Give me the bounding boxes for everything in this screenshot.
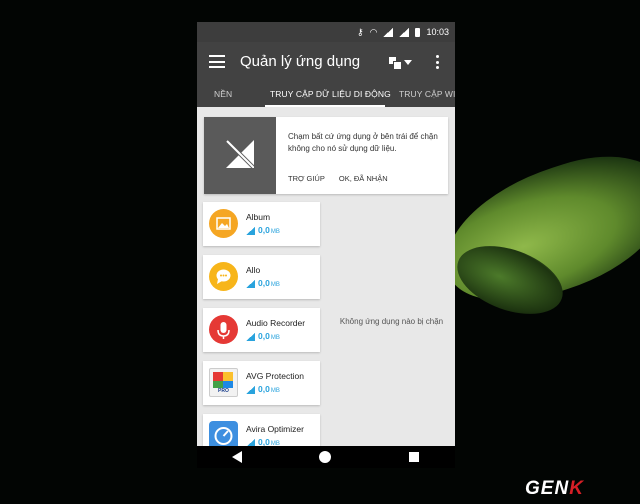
data-usage-value: 0,0 — [258, 384, 270, 394]
battery-icon — [415, 27, 421, 37]
nav-bar — [197, 446, 455, 468]
data-usage-unit: MB — [270, 229, 280, 235]
data-usage-icon — [246, 280, 255, 288]
info-card-image — [204, 117, 276, 194]
info-card-text: Chạm bất cứ ứng dụng ở bên trái để chặn … — [288, 132, 438, 153]
app-name: Allo — [246, 265, 261, 275]
data-usage-icon — [246, 386, 255, 394]
signal-icon — [399, 27, 410, 37]
microphone-icon — [209, 315, 238, 344]
app-bar: Quản lý ứng dụng — [197, 42, 455, 81]
allo-icon — [209, 262, 238, 291]
home-icon[interactable] — [319, 451, 331, 463]
data-usage-unit: MB — [270, 335, 280, 341]
signal-icon — [383, 27, 394, 37]
app-item-album[interactable]: Album 0,0 MB — [203, 202, 320, 246]
status-time: 10:03 — [426, 27, 449, 37]
genk-watermark: GENK — [525, 478, 584, 500]
data-usage-unit: MB — [270, 282, 280, 288]
app-name: Avira Optimizer — [246, 424, 304, 434]
key-icon: ⚷ — [357, 27, 364, 37]
ok-button[interactable]: OK, ĐÃ NHẬN — [339, 174, 388, 183]
data-usage-value: 0,0 — [258, 225, 270, 235]
album-icon — [209, 209, 238, 238]
avg-icon: PRO — [209, 368, 238, 397]
tab-mobile-data[interactable]: TRUY CẬP DỮ LIỆU DI ĐỘNG — [270, 89, 391, 99]
tab-wifi[interactable]: TRUY CẬP WI-FI — [399, 89, 455, 99]
app-list: Album 0,0 MB Allo 0,0 MB Audio Recorder … — [197, 202, 327, 458]
status-bar: ⚷ ◠ 10:03 — [197, 22, 455, 42]
blocked-list-empty-text: Không ứng dụng nào bị chặn — [339, 317, 444, 326]
back-icon[interactable] — [232, 451, 242, 463]
tab-background[interactable]: NỀN — [214, 89, 232, 99]
help-button[interactable]: TRỢ GIÚP — [288, 174, 325, 183]
data-usage-value: 0,0 — [258, 278, 270, 288]
watermark-highlight: K — [569, 478, 584, 499]
page-title: Quản lý ứng dụng — [240, 53, 361, 70]
app-name: Album — [246, 212, 271, 222]
recents-icon[interactable] — [409, 452, 419, 462]
main-content: Chạm bất cứ ứng dụng ở bên trái để chặn … — [197, 107, 455, 458]
app-item-audio-recorder[interactable]: Audio Recorder 0,0 MB — [203, 308, 320, 352]
data-usage-value: 0,0 — [258, 331, 270, 341]
app-name: Audio Recorder — [246, 318, 306, 328]
pro-badge: PRO — [218, 388, 229, 394]
data-usage-unit: MB — [270, 388, 280, 394]
data-usage-icon — [246, 227, 255, 235]
watermark-text: GEN — [525, 478, 570, 499]
info-card: Chạm bất cứ ứng dụng ở bên trái để chặn … — [204, 117, 448, 194]
wifi-icon: ◠ — [369, 27, 378, 37]
tab-bar: NỀN TRUY CẬP DỮ LIỆU DI ĐỘNG TRUY CẬP WI… — [197, 81, 455, 107]
data-usage-icon — [246, 333, 255, 341]
phone-screen: ⚷ ◠ 10:03 Quản lý ứng dụng NỀN TRUY CẬP … — [197, 22, 455, 468]
overflow-menu-icon[interactable] — [436, 55, 439, 70]
app-item-allo[interactable]: Allo 0,0 MB — [203, 255, 320, 299]
menu-icon[interactable] — [209, 55, 225, 68]
no-data-icon — [225, 139, 255, 169]
filter-icon[interactable] — [387, 54, 415, 70]
app-name: AVG Protection — [246, 371, 304, 381]
app-item-avg-protection[interactable]: PRO AVG Protection 0,0 MB — [203, 361, 320, 405]
